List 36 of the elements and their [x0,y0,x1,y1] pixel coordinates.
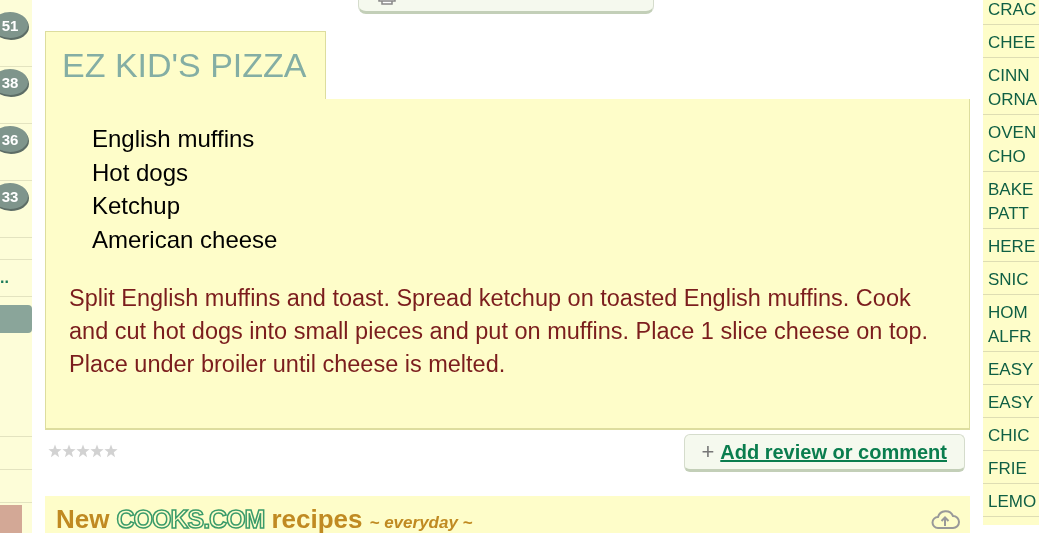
recipe-link[interactable]: EASY [983,385,1039,418]
star-icon [62,444,76,458]
recipe-link[interactable]: CRAC [983,0,1039,25]
count-badge: 33 [0,183,28,209]
section-title: New [56,504,110,533]
recipe-link[interactable]: HERE [983,229,1039,262]
star-icon [76,444,90,458]
recipe-link[interactable]: CHIC [983,418,1039,451]
star-icon [104,444,118,458]
section-tagline: ~ everyday ~ [369,513,473,533]
site-logo: COOKS.COM [116,505,265,533]
ingredient: Ketchup [92,191,182,221]
recipe-link[interactable]: BAKE PATT [983,172,1039,229]
ingredient: English muffins [92,124,256,154]
recipe-title: EZ KID'S PIZZA [45,31,326,99]
recipe-link[interactable]: FRIE [983,451,1039,484]
recipe-link[interactable]: EASY [983,352,1039,385]
ingredient: Hot dogs [92,157,190,188]
count-badge: 51 [0,12,28,38]
cloud-upload-icon[interactable] [930,508,960,530]
recipe-link[interactable]: CINN ORNA [983,58,1039,115]
star-icon [90,444,104,458]
recipe-link[interactable]: CHEE [983,25,1039,58]
recipe-link[interactable]: LEMO [983,484,1039,517]
section-title: recipes [271,504,363,533]
recipe-link[interactable]: OVEN CHO [983,115,1039,172]
star-icon [48,444,62,458]
recipe-link[interactable]: SNIC [983,262,1039,295]
count-badge: 36 [0,126,28,152]
count-badge: 38 [0,69,28,95]
ingredient: American cheese [92,224,279,255]
recipe-link[interactable]: HOM ALFR [983,295,1039,352]
more-link[interactable]: .. [0,269,9,287]
instructions-text: Split English muffins and toast. Spread ketchup on toasted English muffins. Cook and cut hot dogs into small pieces and put on muffins. Place 1 slice cheese on top. Place under broiler until cheese is melted. [69,284,930,379]
add-review-button[interactable]: + Add review or comment [684,434,965,472]
sidebar-bar [0,305,32,333]
